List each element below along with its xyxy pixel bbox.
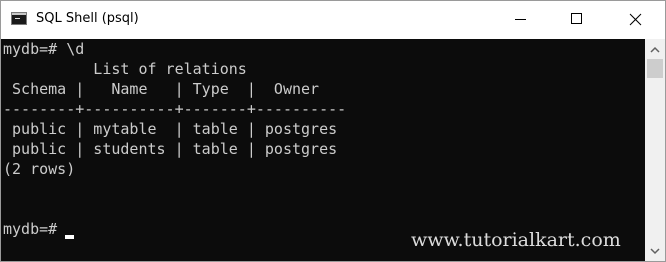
console-line-command: mydb=# \d <box>3 40 85 58</box>
maximize-icon <box>571 13 582 24</box>
text-cursor <box>65 235 74 239</box>
console-line-header: Schema | Name | Type | Owner <box>3 80 320 98</box>
console-line-prompt: mydb=# <box>3 220 67 238</box>
terminal-icon[interactable] <box>11 12 27 25</box>
chevron-up-icon <box>650 46 660 53</box>
console-line-row-2: public | students | table | postgres <box>3 140 338 158</box>
console-output[interactable]: mydb=# \d List of relations Schema | Nam… <box>1 39 645 261</box>
vertical-scrollbar[interactable] <box>645 39 665 261</box>
scroll-up-button[interactable] <box>645 41 665 58</box>
minimize-icon <box>515 19 526 20</box>
watermark: www.tutorialkart.com <box>411 229 621 251</box>
title-bar[interactable]: SQL Shell (psql) <box>1 1 665 39</box>
maximize-button[interactable] <box>554 1 600 37</box>
close-button[interactable] <box>613 1 659 37</box>
console-line-rowcount: (2 rows) <box>3 160 76 178</box>
chevron-down-icon <box>650 248 660 255</box>
console-line-caption: List of relations <box>3 60 247 78</box>
console-line-separator: --------+----------+-------+---------- <box>3 100 347 118</box>
window-title: SQL Shell (psql) <box>36 11 139 26</box>
scroll-down-button[interactable] <box>645 243 665 260</box>
scroll-thumb[interactable] <box>647 59 663 78</box>
minimize-button[interactable] <box>498 1 544 37</box>
console-line-row-1: public | mytable | table | postgres <box>3 120 338 138</box>
close-icon <box>629 13 642 26</box>
psql-window: SQL Shell (psql) mydb=# \d List of relat… <box>0 0 666 262</box>
